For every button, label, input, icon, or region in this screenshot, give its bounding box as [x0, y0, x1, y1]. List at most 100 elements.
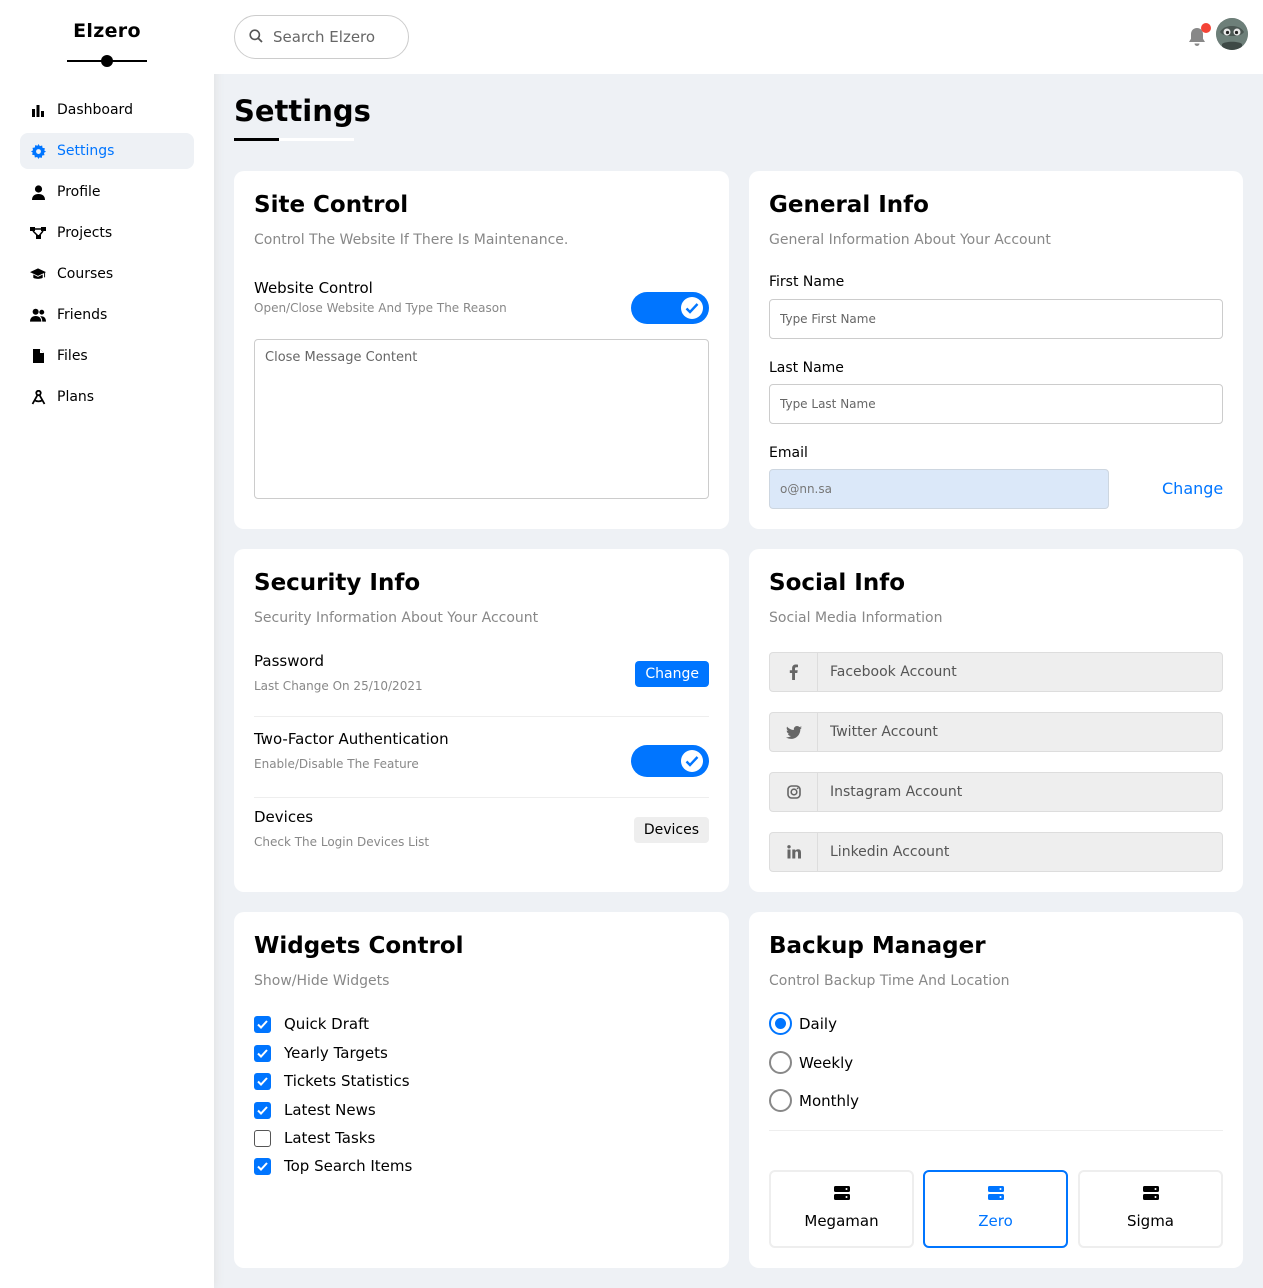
- widget-option-tickets-statistics[interactable]: Tickets Statistics: [254, 1072, 410, 1090]
- checkbox-unchecked-icon[interactable]: [254, 1129, 271, 1147]
- diagram-icon: [30, 225, 46, 241]
- sidebar-item-settings[interactable]: Settings: [20, 133, 194, 169]
- server-option-megaman[interactable]: Megaman: [769, 1170, 914, 1248]
- facebook-field-group: [769, 652, 1223, 692]
- change-email-link[interactable]: Change: [1162, 479, 1223, 498]
- sidebar-item-projects[interactable]: Projects: [20, 215, 194, 251]
- card-title: Site Control: [254, 192, 409, 218]
- twitter-account-input[interactable]: [830, 724, 1210, 740]
- first-name-field[interactable]: [769, 299, 1223, 339]
- title-underline-accent: [234, 138, 279, 141]
- two-factor-subtitle: Enable/Disable The Feature: [254, 757, 419, 771]
- sidebar-item-label: Dashboard: [57, 102, 133, 118]
- server-option-sigma[interactable]: Sigma: [1078, 1170, 1223, 1248]
- sidebar-item-dashboard[interactable]: Dashboard: [20, 92, 194, 128]
- social-info-card: Social Info Social Media Information: [749, 549, 1243, 892]
- server-option-zero[interactable]: Zero: [923, 1170, 1068, 1248]
- brand-decoration: [67, 55, 147, 67]
- check-icon: [685, 303, 699, 314]
- website-control-title: Website Control: [254, 279, 373, 297]
- two-factor-title: Two-Factor Authentication: [254, 730, 449, 748]
- checkbox-checked-icon[interactable]: [254, 1072, 271, 1090]
- backup-option-daily[interactable]: Daily: [769, 1012, 837, 1035]
- avatar[interactable]: [1216, 18, 1248, 50]
- widget-option-latest-tasks[interactable]: Latest Tasks: [254, 1129, 375, 1147]
- server-icon: [771, 1186, 912, 1204]
- widget-option-label: Latest Tasks: [284, 1129, 376, 1147]
- compass-icon: [30, 389, 46, 405]
- card-description: General Information About Your Account: [769, 232, 1051, 248]
- divider: [254, 797, 709, 798]
- backup-option-monthly[interactable]: Monthly: [769, 1089, 859, 1112]
- sidebar-item-label: Settings: [57, 143, 115, 159]
- widget-option-label: Yearly Targets: [284, 1044, 388, 1062]
- search-input[interactable]: [273, 28, 403, 46]
- sidebar-item-profile[interactable]: Profile: [20, 174, 194, 210]
- checkbox-checked-icon[interactable]: [254, 1044, 271, 1062]
- devices-button[interactable]: Devices: [633, 817, 709, 843]
- last-name-field[interactable]: [769, 384, 1223, 424]
- divider: [769, 1130, 1223, 1131]
- widget-option-yearly-targets[interactable]: Yearly Targets: [254, 1044, 388, 1062]
- card-title: Widgets Control: [254, 933, 464, 959]
- sidebar-item-friends[interactable]: Friends: [20, 297, 194, 333]
- users-icon: [30, 307, 46, 323]
- checkbox-checked-icon[interactable]: [254, 1101, 271, 1119]
- close-message-textarea[interactable]: [254, 339, 709, 499]
- facebook-account-input[interactable]: [830, 664, 1210, 680]
- card-description: Show/Hide Widgets: [254, 973, 390, 989]
- last-name-label: Last Name: [769, 360, 844, 376]
- card-description: Control The Website If There Is Maintena…: [254, 232, 569, 248]
- widget-option-label: Tickets Statistics: [284, 1072, 410, 1090]
- devices-title: Devices: [254, 808, 314, 826]
- radio-selected-icon[interactable]: [769, 1012, 792, 1035]
- server-label: Megaman: [804, 1212, 879, 1230]
- radio-unselected-icon[interactable]: [769, 1089, 792, 1112]
- server-label: Sigma: [1126, 1212, 1174, 1230]
- sidebar-item-label: Profile: [57, 184, 101, 200]
- radio-unselected-icon[interactable]: [769, 1051, 792, 1074]
- instagram-icon: [770, 772, 818, 812]
- backup-manager-card: Backup Manager Control Backup Time And L…: [749, 912, 1243, 1268]
- card-title: Social Info: [769, 570, 906, 596]
- linkedin-account-input[interactable]: [830, 844, 1210, 860]
- search-icon: [249, 28, 263, 47]
- linkedin-icon: [770, 832, 818, 872]
- checkbox-checked-icon[interactable]: [254, 1015, 271, 1033]
- devices-subtitle: Check The Login Devices List: [254, 835, 430, 849]
- password-subtitle: Last Change On 25/10/2021: [254, 679, 423, 693]
- graduation-cap-icon: [30, 266, 46, 282]
- card-description: Control Backup Time And Location: [769, 973, 1010, 989]
- checkbox-checked-icon[interactable]: [254, 1157, 271, 1175]
- instagram-account-input[interactable]: [830, 784, 1210, 800]
- password-title: Password: [254, 652, 325, 670]
- sidebar-nav: Dashboard Settings Profile Projects Cour…: [20, 92, 194, 420]
- sidebar-item-files[interactable]: Files: [20, 338, 194, 374]
- card-description: Social Media Information: [769, 610, 943, 626]
- backup-option-weekly[interactable]: Weekly: [769, 1051, 853, 1074]
- widget-option-top-search-items[interactable]: Top Search Items: [254, 1157, 412, 1175]
- sidebar-item-label: Courses: [57, 266, 114, 282]
- user-icon: [30, 184, 46, 200]
- sidebar-item-plans[interactable]: Plans: [20, 379, 194, 415]
- email-field: [769, 469, 1109, 509]
- widget-option-label: Quick Draft: [284, 1015, 369, 1033]
- gear-icon: [30, 143, 46, 159]
- website-control-subtitle: Open/Close Website And Type The Reason: [254, 301, 507, 315]
- two-factor-toggle[interactable]: [631, 745, 709, 777]
- server-label: Zero: [978, 1212, 1013, 1230]
- notification-dot: [1201, 23, 1211, 33]
- chart-bar-icon: [30, 102, 46, 118]
- website-control-toggle[interactable]: [631, 292, 709, 324]
- sidebar-item-label: Friends: [57, 307, 108, 323]
- widget-option-quick-draft[interactable]: Quick Draft: [254, 1015, 369, 1033]
- file-icon: [30, 348, 46, 364]
- change-password-button[interactable]: Change: [635, 661, 709, 687]
- facebook-icon: [770, 652, 818, 692]
- search-box[interactable]: [234, 15, 409, 59]
- widget-option-latest-news[interactable]: Latest News: [254, 1101, 376, 1119]
- sidebar-item-courses[interactable]: Courses: [20, 256, 194, 292]
- backup-option-label: Weekly: [799, 1053, 854, 1072]
- brand-title: Elzero: [73, 20, 141, 42]
- card-title: General Info: [769, 192, 929, 218]
